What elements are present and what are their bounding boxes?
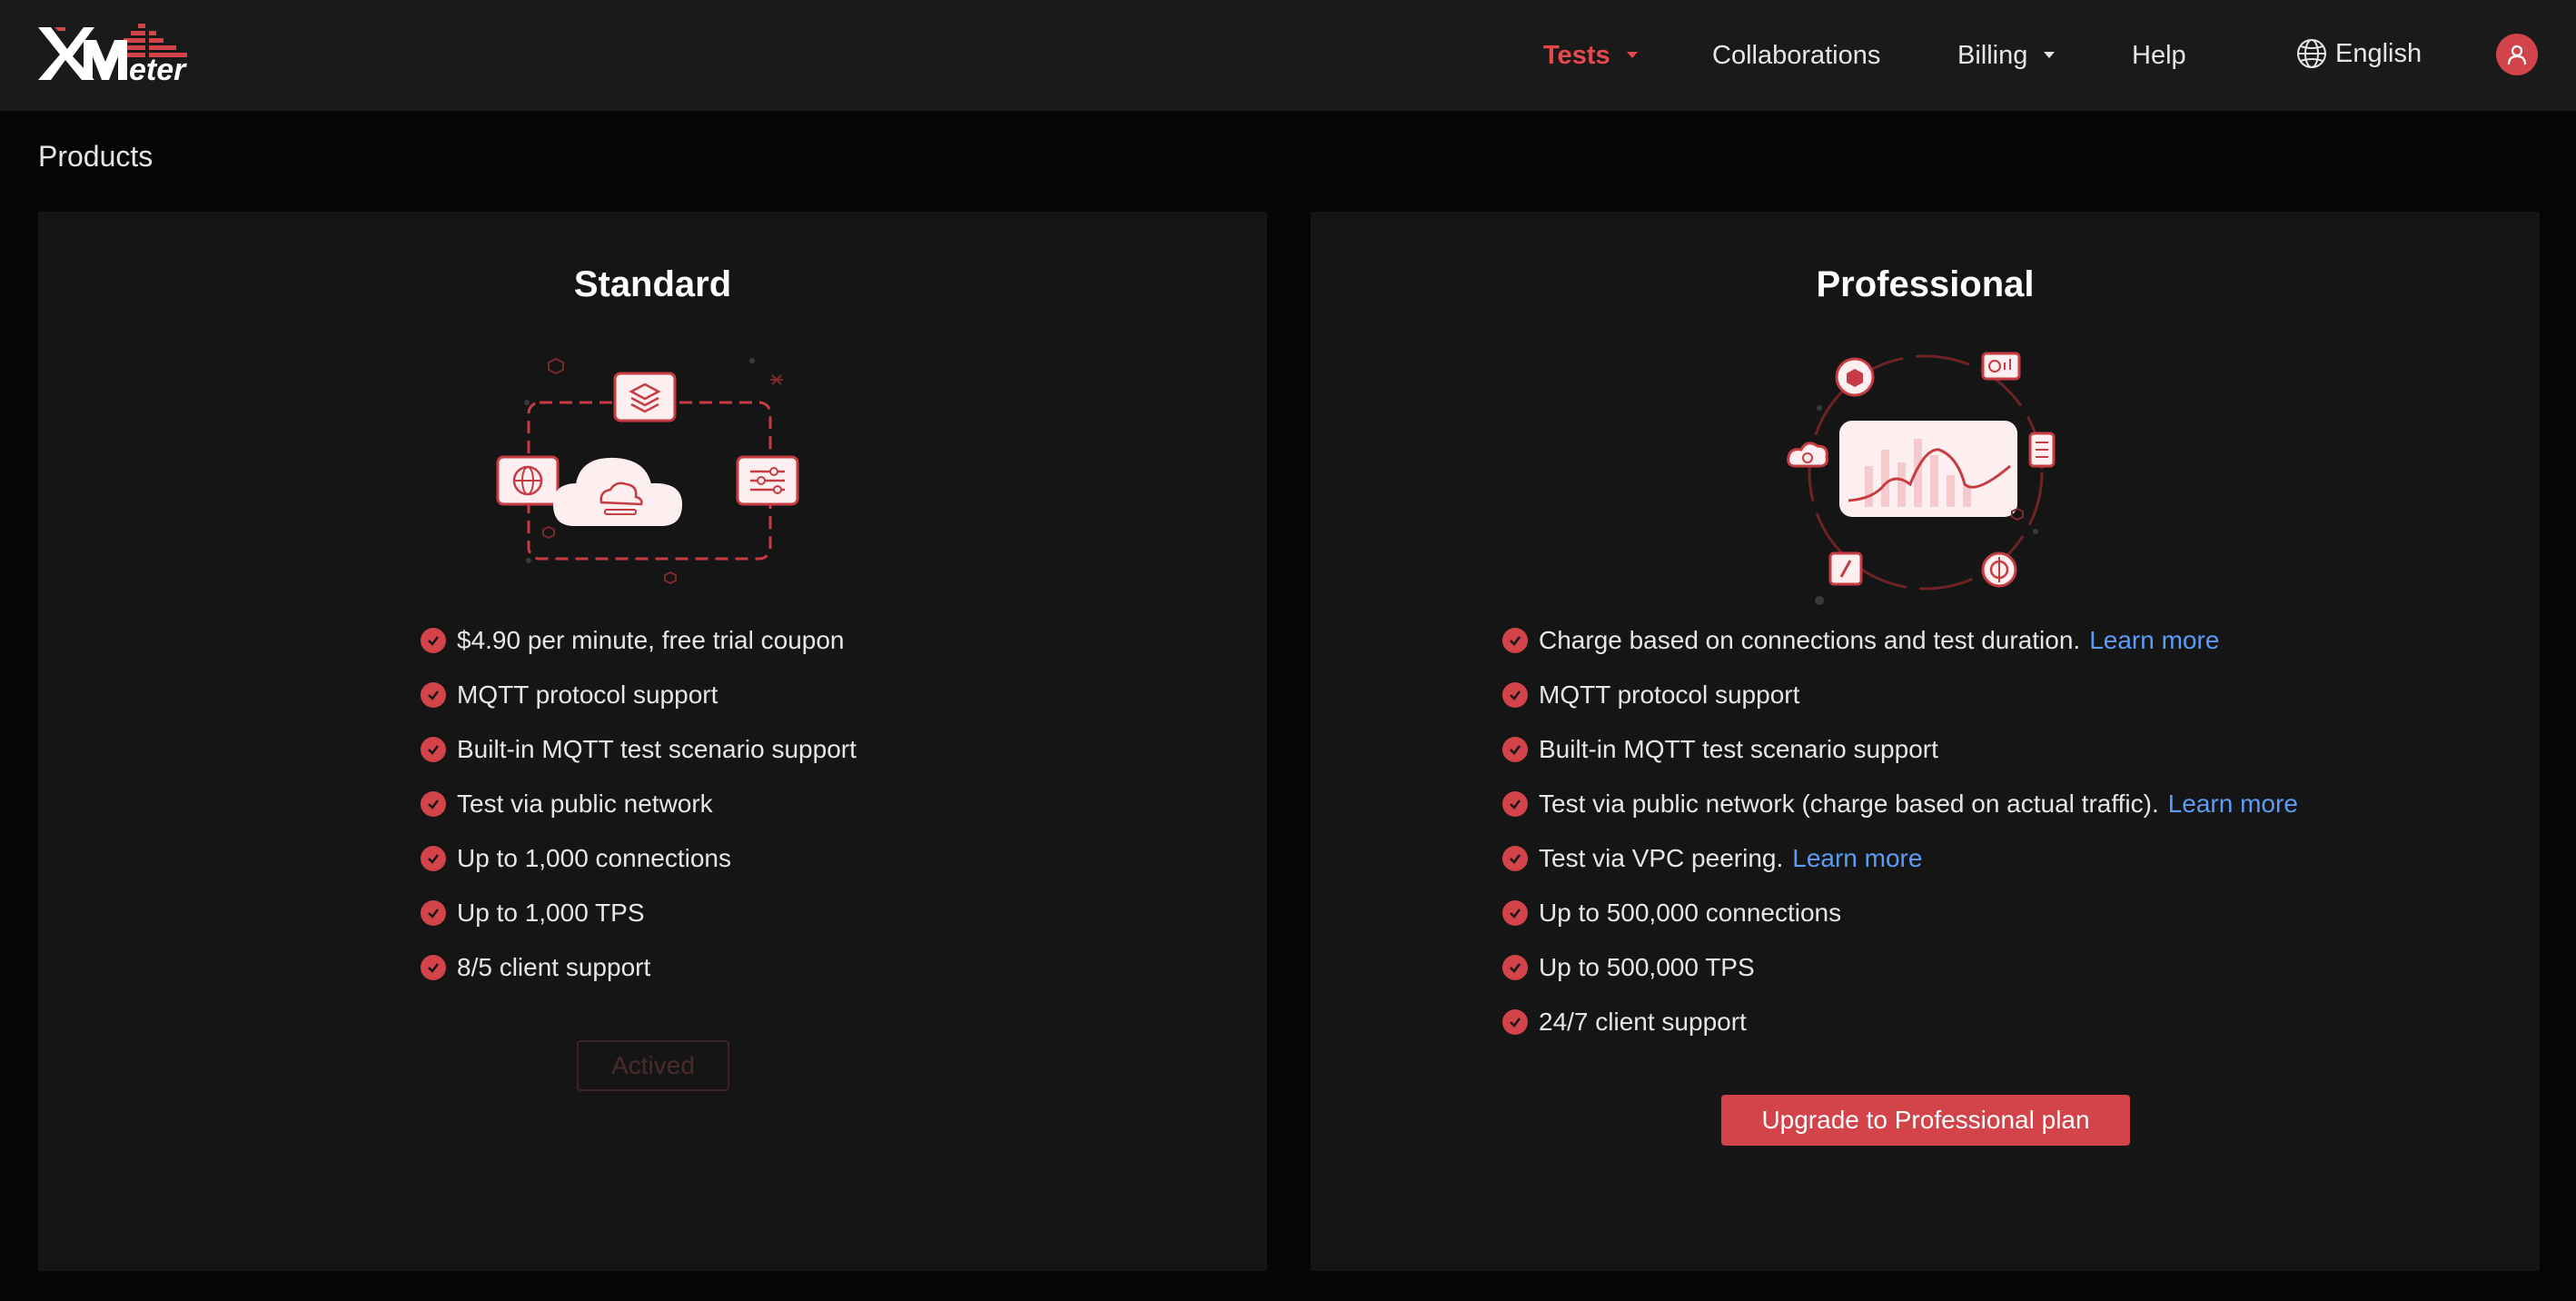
check-circle-icon xyxy=(421,682,446,708)
svg-text:eter: eter xyxy=(129,53,187,85)
professional-feature-list: Charge based on connections and test dur… xyxy=(1502,613,2298,1049)
document-icon xyxy=(2028,432,2056,468)
feature-item: $4.90 per minute, free trial coupon xyxy=(421,613,857,668)
cloud-server-icon xyxy=(552,457,683,526)
feature-text: Built-in MQTT test scenario support xyxy=(1539,735,1938,763)
feature-item: Up to 500,000 connections xyxy=(1502,886,2298,940)
check-circle-icon xyxy=(421,955,446,980)
nav-help[interactable]: Help xyxy=(2132,33,2186,78)
feature-text: Built-in MQTT test scenario support xyxy=(457,735,857,763)
language-label: English xyxy=(2335,39,2422,68)
feature-item: MQTT protocol support xyxy=(1502,668,2298,722)
check-circle-icon xyxy=(421,900,446,926)
learn-more-link[interactable]: Learn more xyxy=(2168,790,2298,819)
actived-button[interactable]: Actived xyxy=(577,1040,729,1091)
check-circle-icon xyxy=(1502,628,1528,653)
user-icon xyxy=(2507,45,2527,65)
globe-icon xyxy=(2297,39,2326,68)
check-circle-icon xyxy=(421,628,446,653)
professional-plan-title: Professional xyxy=(1816,264,2035,304)
check-circle-icon xyxy=(421,846,446,871)
feature-text: Test via public network xyxy=(457,790,713,818)
nav-help-label: Help xyxy=(2132,41,2186,70)
feature-text: Up to 1,000 connections xyxy=(457,844,731,872)
line-chart-panel xyxy=(1839,421,2017,517)
xmeter-logo[interactable]: eter xyxy=(36,22,205,87)
standard-plan-card: Standard $4.90 per minute, free trial co… xyxy=(38,212,1267,1271)
standard-cloud-illustration xyxy=(496,357,799,585)
upgrade-professional-button[interactable]: Upgrade to Professional plan xyxy=(1721,1095,2130,1146)
nav-collaborations[interactable]: Collaborations xyxy=(1712,33,1880,78)
feature-item: 24/7 client support xyxy=(1502,995,2298,1049)
check-circle-icon xyxy=(1502,682,1528,708)
check-circle-icon xyxy=(1502,955,1528,980)
learn-more-link[interactable]: Learn more xyxy=(2089,626,2219,655)
feature-text: Charge based on connections and test dur… xyxy=(1539,626,2081,654)
check-circle-icon xyxy=(1502,900,1528,926)
feature-item: Test via public network xyxy=(421,777,857,831)
dashboard-icon xyxy=(1981,352,2021,381)
caret-down-icon xyxy=(1626,51,1638,58)
settings-sliders-icon xyxy=(736,455,799,506)
feature-item: Built-in MQTT test scenario support xyxy=(421,722,857,777)
feature-text: 8/5 client support xyxy=(457,953,651,981)
check-circle-icon xyxy=(421,791,446,817)
feature-item: Up to 1,000 TPS xyxy=(421,886,857,940)
check-circle-icon xyxy=(1502,737,1528,762)
nav-billing-label: Billing xyxy=(1957,41,2028,70)
layers-icon xyxy=(613,372,677,422)
feature-text: Test via public network (charge based on… xyxy=(1539,790,2159,818)
language-switcher[interactable]: English xyxy=(2295,31,2422,76)
feature-text: Up to 500,000 connections xyxy=(1539,899,1842,927)
top-navigation-bar: eter Tests Collaborations Billing Help E… xyxy=(0,0,2576,111)
feature-item: Built-in MQTT test scenario support xyxy=(1502,722,2298,777)
nav-tests-label: Tests xyxy=(1543,41,1610,70)
nav-billing[interactable]: Billing xyxy=(1957,33,2056,78)
network-icon xyxy=(1981,551,2017,588)
feature-text: Up to 1,000 TPS xyxy=(457,899,645,927)
page-title: Products xyxy=(38,140,154,173)
standard-feature-list: $4.90 per minute, free trial coupon MQTT… xyxy=(421,613,857,995)
feature-text: Test via VPC peering. xyxy=(1539,844,1784,872)
feature-text: $4.90 per minute, free trial coupon xyxy=(457,626,845,654)
check-circle-icon xyxy=(1502,1009,1528,1035)
feature-item: Up to 1,000 connections xyxy=(421,831,857,886)
feature-item: Charge based on connections and test dur… xyxy=(1502,613,2298,668)
feature-item: 8/5 client support xyxy=(421,940,857,995)
box-icon xyxy=(1835,357,1875,397)
feature-item: MQTT protocol support xyxy=(421,668,857,722)
standard-plan-title: Standard xyxy=(573,264,732,304)
feature-text: Up to 500,000 TPS xyxy=(1539,953,1755,981)
learn-more-link[interactable]: Learn more xyxy=(1792,844,1922,873)
feature-text: MQTT protocol support xyxy=(457,680,718,709)
cloud-icon xyxy=(1787,442,1828,468)
feature-text: MQTT protocol support xyxy=(1539,680,1800,709)
feature-item: Test via public network (charge based on… xyxy=(1502,777,2298,831)
caret-down-icon xyxy=(2044,51,2056,58)
globe-icon xyxy=(496,455,560,506)
professional-plan-card: Professional Charge based on connections… xyxy=(1311,212,2540,1271)
feature-item: Test via VPC peering. Learn more xyxy=(1502,831,2298,886)
user-avatar[interactable] xyxy=(2496,34,2538,75)
edit-icon xyxy=(1828,551,1863,586)
check-circle-icon xyxy=(1502,791,1528,817)
feature-item: Up to 500,000 TPS xyxy=(1502,940,2298,995)
check-circle-icon xyxy=(421,737,446,762)
nav-tests[interactable]: Tests xyxy=(1543,33,1638,78)
feature-text: 24/7 client support xyxy=(1539,1008,1747,1036)
professional-chart-illustration xyxy=(1787,352,2056,605)
check-circle-icon xyxy=(1502,846,1528,871)
nav-collaborations-label: Collaborations xyxy=(1712,41,1881,70)
